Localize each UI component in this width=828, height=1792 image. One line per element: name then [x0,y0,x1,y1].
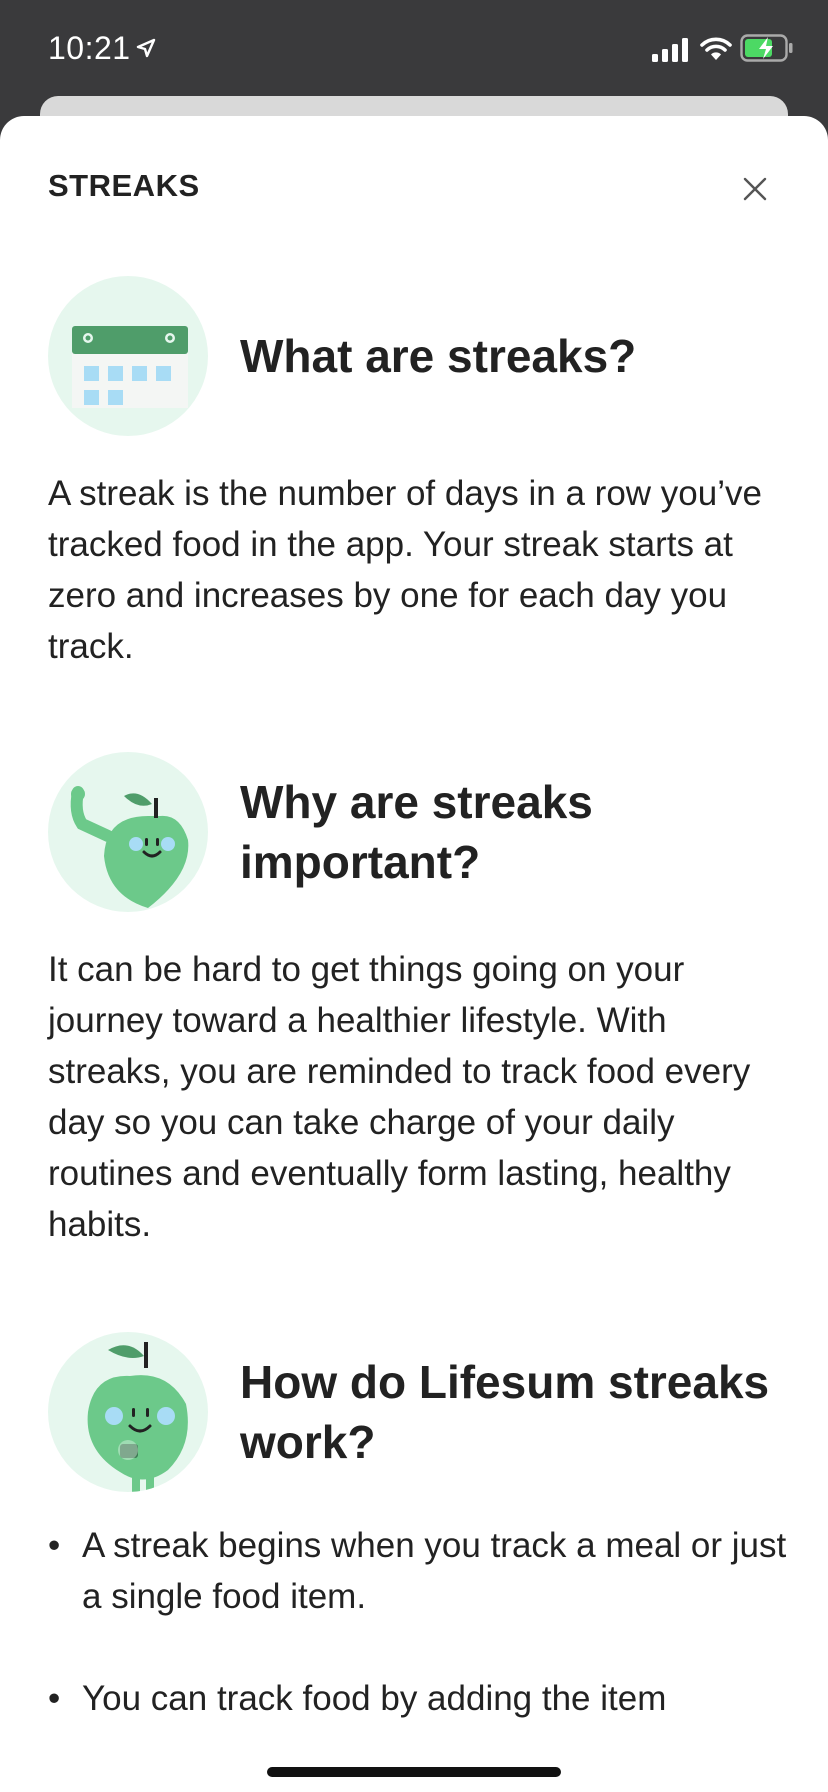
bullet-icon: • [48,1679,61,1718]
status-bar: 10:21 [0,0,828,100]
list-item-text: You can track food by adding the item [82,1679,667,1718]
sheet-title: STREAKS [48,168,200,203]
wifi-icon [700,36,732,67]
bullet-icon: • [48,1526,61,1565]
apple-phone-icon [48,1332,208,1492]
section-body: A streak is the number of days in a row … [48,474,762,666]
section-heading: What are streaks? [240,330,637,382]
location-arrow-icon [136,38,156,63]
section-heading: Why are streaks important? [240,776,593,888]
waving-apple-icon [48,752,208,912]
cellular-signal-icon [652,38,690,67]
close-icon [743,177,767,201]
close-button[interactable] [736,170,774,208]
home-indicator[interactable] [267,1767,561,1777]
section-heading: How do Lifesum streaks work? [240,1356,770,1468]
list-item-text: A streak begins when you track a meal or… [82,1526,787,1616]
battery-charging-icon [740,34,794,67]
streaks-sheet: STREAKS What are streaks? A streak is th… [0,116,828,1792]
calendar-icon [48,276,208,436]
section-body: It can be hard to get things going on yo… [48,950,751,1244]
status-time: 10:21 [48,30,131,66]
